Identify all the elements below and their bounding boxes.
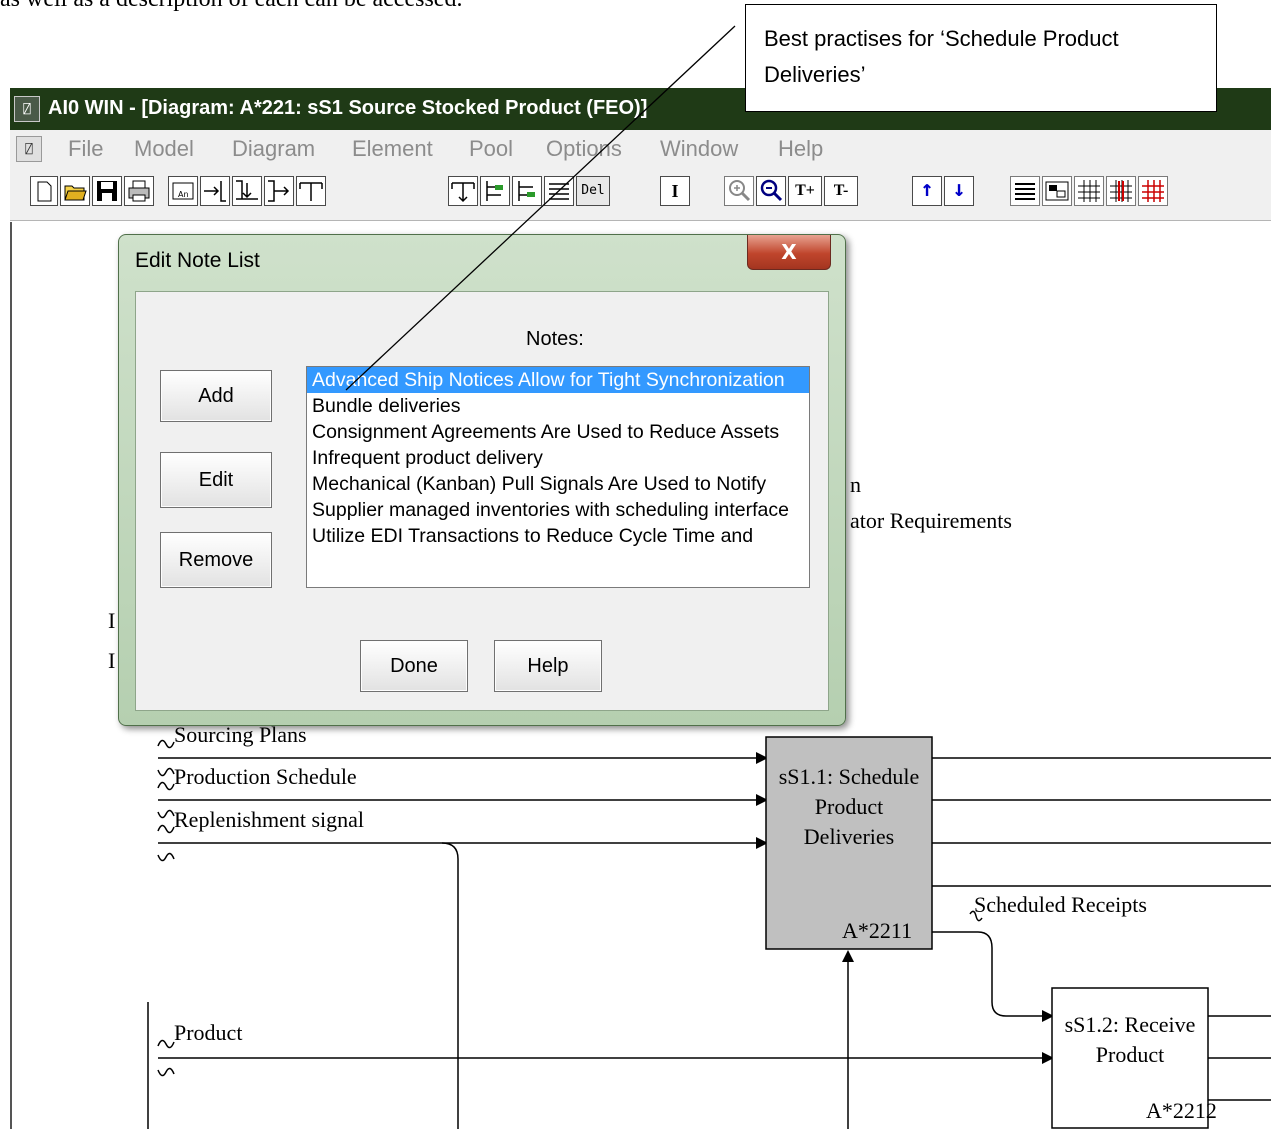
menu-window[interactable]: Window: [660, 136, 738, 162]
partial-label-requirements: ator Requirements: [850, 508, 1012, 533]
document-text: as well as a description of each can be …: [0, 0, 462, 13]
arrow-branch-up-icon[interactable]: [448, 176, 478, 206]
grid-bold-icon[interactable]: [1106, 176, 1136, 206]
menu-element[interactable]: Element: [352, 136, 433, 162]
menu-options[interactable]: Options: [546, 136, 622, 162]
partial-label-i1: I: [108, 608, 116, 633]
note-item[interactable]: Infrequent product delivery: [307, 445, 809, 471]
svg-text:An: An: [178, 190, 189, 199]
note-item[interactable]: Bundle deliveries: [307, 393, 809, 419]
data-right-icon[interactable]: [512, 176, 542, 206]
zoom-in-icon[interactable]: [724, 176, 754, 206]
note-box-icon[interactable]: An: [168, 176, 198, 206]
notes-listbox[interactable]: Advanced Ship Notices Allow for Tight Sy…: [306, 366, 810, 588]
edit-button[interactable]: Edit: [160, 452, 272, 508]
align-icon[interactable]: [1010, 176, 1040, 206]
data-left-icon[interactable]: [480, 176, 510, 206]
grid-icon[interactable]: [1074, 176, 1104, 206]
arrow-join-up-icon[interactable]: [232, 176, 262, 206]
move-down-icon[interactable]: ↓: [944, 176, 974, 206]
toolbar: An Del I T+ T- ↑ ↓: [10, 168, 1271, 221]
move-up-icon[interactable]: ↑: [912, 176, 942, 206]
diagram-icon[interactable]: [1042, 176, 1072, 206]
callout-box: Best practises for ‘Schedule Product Del…: [745, 4, 1217, 112]
add-button[interactable]: Add: [160, 370, 272, 422]
input-production-schedule[interactable]: Production Schedule: [174, 764, 357, 790]
text-tool-icon[interactable]: I: [660, 176, 690, 206]
print-icon[interactable]: [124, 176, 154, 206]
activity-2-title[interactable]: sS1.2: Receive Product: [1058, 1010, 1202, 1070]
input-product[interactable]: Product: [174, 1020, 242, 1046]
menu-help[interactable]: Help: [778, 136, 823, 162]
text-bigger-icon[interactable]: T+: [788, 176, 822, 206]
arrow-join-left-icon[interactable]: [200, 176, 230, 206]
mdi-child-icon[interactable]: ⍁: [16, 136, 42, 162]
partial-label-n: n: [850, 472, 861, 497]
edit-note-list-dialog: Edit Note List X Notes: Add Edit Remove …: [118, 234, 846, 726]
open-folder-icon[interactable]: [60, 176, 90, 206]
menu-bar: ⍁ File Model Diagram Element Pool Option…: [10, 130, 1271, 168]
zoom-out-icon[interactable]: [756, 176, 786, 206]
remove-button[interactable]: Remove: [160, 532, 272, 588]
input-replenishment-signal[interactable]: Replenishment signal: [174, 807, 364, 833]
arrow-branch-down-icon[interactable]: [296, 176, 326, 206]
done-button[interactable]: Done: [360, 640, 468, 692]
note-item[interactable]: Consignment Agreements Are Used to Reduc…: [307, 419, 809, 445]
menu-file[interactable]: File: [68, 136, 103, 162]
new-file-icon[interactable]: [30, 176, 58, 206]
window-title: AI0 WIN - [Diagram: A*221: sS1 Source St…: [48, 97, 648, 119]
list-lines-icon[interactable]: [544, 176, 574, 206]
close-button[interactable]: X: [747, 235, 831, 270]
activity-1-title[interactable]: sS1.1: Schedule Product Deliveries: [778, 762, 920, 852]
menu-pool[interactable]: Pool: [469, 136, 513, 162]
activity-1-node: A*2211: [842, 918, 913, 943]
arrow-join-right-icon[interactable]: [264, 176, 294, 206]
activity-2-node: A*2212: [1146, 1098, 1217, 1123]
dialog-body: Notes: Add Edit Remove Advanced Ship Not…: [135, 291, 829, 711]
note-item[interactable]: Utilize EDI Transactions to Reduce Cycle…: [307, 523, 809, 549]
help-button[interactable]: Help: [494, 640, 602, 692]
app-icon[interactable]: ⍁: [14, 96, 40, 122]
menu-diagram[interactable]: Diagram: [232, 136, 315, 162]
partial-label-i2: I: [108, 648, 116, 673]
note-item[interactable]: Supplier managed inventories with schedu…: [307, 497, 809, 523]
delete-icon[interactable]: Del: [576, 176, 610, 206]
output-scheduled-receipts[interactable]: Scheduled Receipts: [974, 892, 1147, 918]
text-smaller-icon[interactable]: T-: [824, 176, 858, 206]
grid-red-icon[interactable]: [1138, 176, 1168, 206]
notes-label: Notes:: [526, 328, 584, 350]
note-item[interactable]: Mechanical (Kanban) Pull Signals Are Use…: [307, 471, 809, 497]
note-item-selected[interactable]: Advanced Ship Notices Allow for Tight Sy…: [307, 367, 809, 393]
menu-model[interactable]: Model: [134, 136, 194, 162]
dialog-title: Edit Note List: [135, 249, 260, 272]
save-disk-icon[interactable]: [92, 176, 122, 206]
